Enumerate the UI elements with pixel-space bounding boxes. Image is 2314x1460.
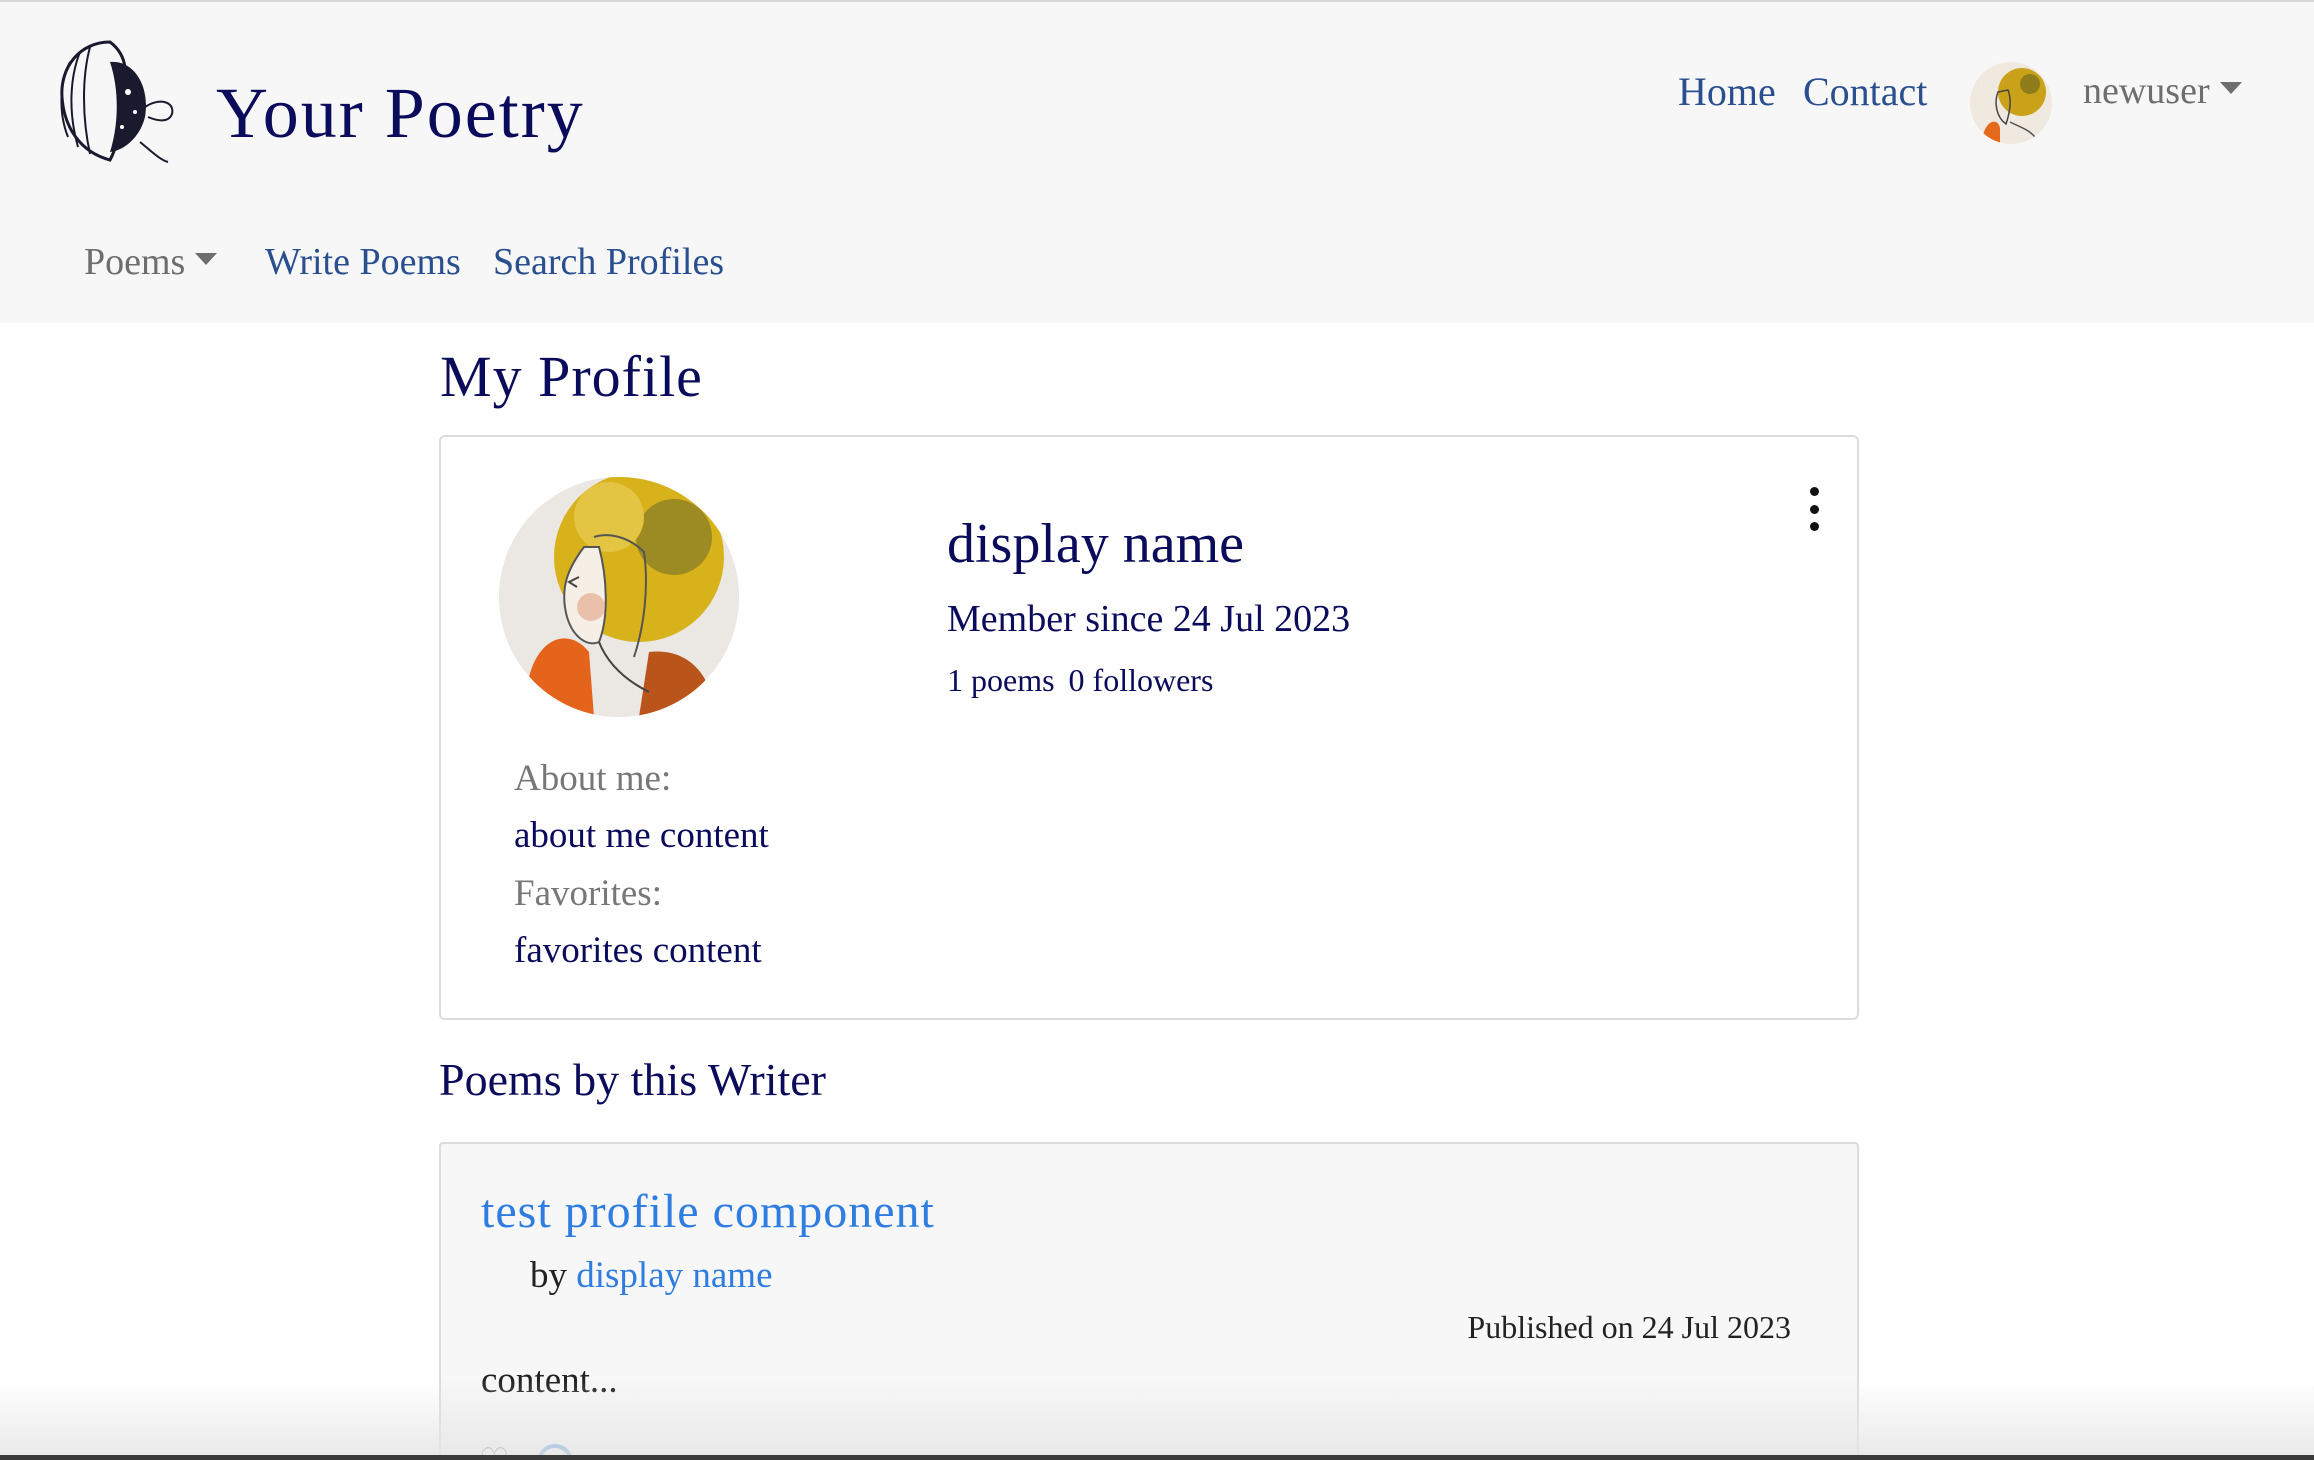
nav-write-poems[interactable]: Write Poems (265, 240, 461, 284)
chevron-down-icon (195, 253, 218, 266)
nav-home[interactable]: Home (1678, 68, 1776, 115)
byline-prefix: by (530, 1255, 567, 1296)
poems-count: 1 poems (947, 662, 1055, 698)
window-bottom-edge (0, 1455, 2314, 1460)
nav-poems-label: Poems (84, 241, 186, 283)
kebab-menu-icon[interactable] (1804, 487, 1824, 531)
poem-published-date: Published on 24 Jul 2023 (1467, 1309, 1791, 1345)
profile-counts: 1 poems 0 followers (947, 662, 1213, 699)
poems-section-heading: Poems by this Writer (439, 1054, 827, 1105)
about-me-value: about me content (514, 815, 769, 856)
user-avatar[interactable] (1970, 62, 2052, 144)
chevron-down-icon (2219, 82, 2242, 95)
followers-count: 0 followers (1068, 662, 1214, 698)
poem-author-link[interactable]: display name (576, 1255, 772, 1296)
poem-byline: by display name (530, 1254, 773, 1297)
nav-poems-dropdown[interactable]: Poems (84, 240, 218, 284)
favorites-value: favorites content (514, 930, 762, 971)
member-since: Member since 24 Jul 2023 (947, 598, 1351, 640)
nav-contact[interactable]: Contact (1803, 68, 1927, 115)
site-header: Your Poetry Home Contact newuser Poems W… (0, 0, 2314, 323)
poem-card: test profile component by display name P… (439, 1142, 1859, 1460)
user-name-label: newuser (2083, 70, 2210, 112)
poem-content: content... (481, 1360, 618, 1401)
page-title: My Profile (440, 344, 703, 409)
nav-search-profiles[interactable]: Search Profiles (493, 240, 724, 284)
profile-card: display name Member since 24 Jul 2023 1 … (439, 435, 1859, 1020)
favorites-label: Favorites: (514, 873, 662, 914)
poem-title-link[interactable]: test profile component (481, 1184, 935, 1239)
logo-icon[interactable] (40, 32, 184, 170)
profile-avatar (499, 477, 739, 717)
about-me-label: About me: (514, 758, 672, 799)
user-menu-toggle[interactable]: newuser (2083, 69, 2242, 113)
profile-display-name: display name (947, 513, 1245, 575)
brand-title[interactable]: Your Poetry (216, 72, 585, 155)
